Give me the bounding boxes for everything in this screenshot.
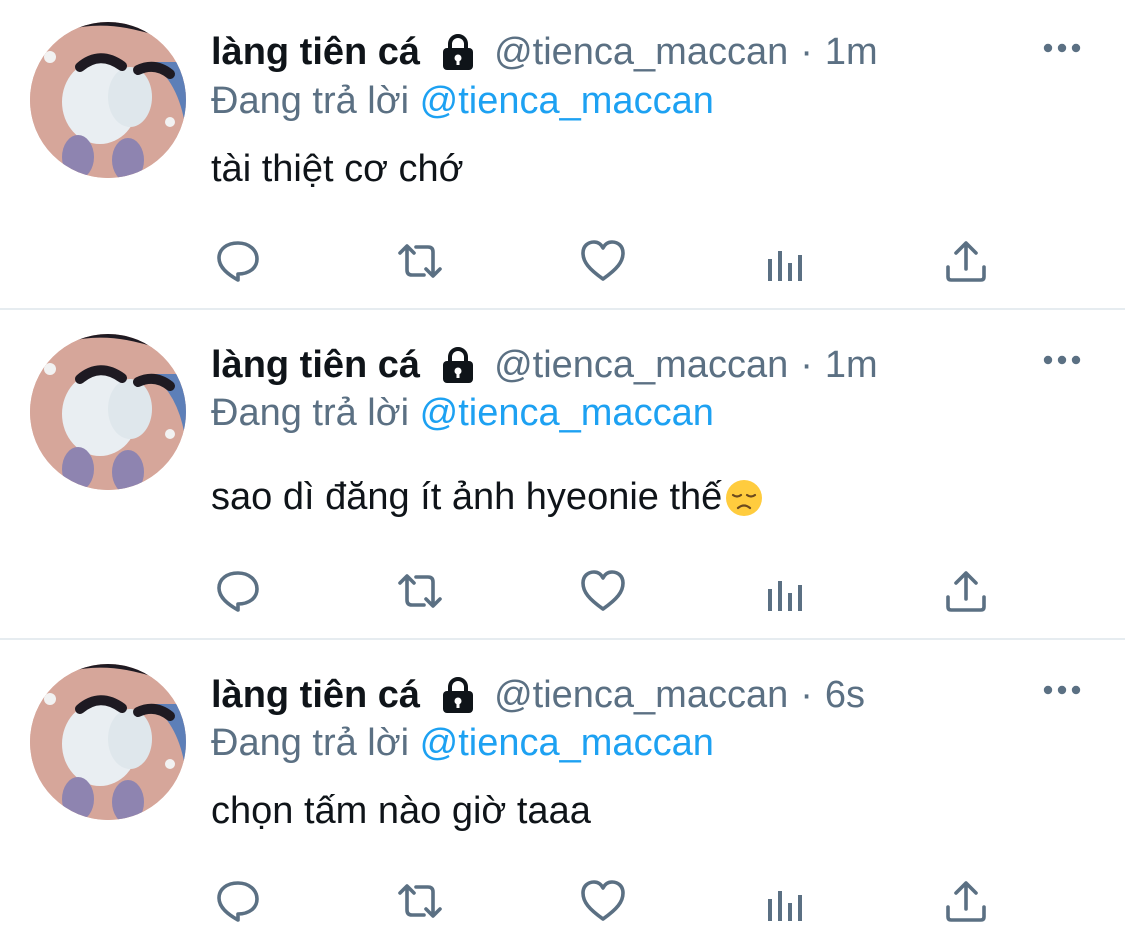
tweet-text: tài thiệt cơ chớ [211,148,464,191]
replying-to: Đang trả lời @tienca_maccan [211,80,714,123]
share-button[interactable] [941,236,991,286]
avatar-image [30,664,186,820]
like-button[interactable] [578,876,628,926]
timestamp[interactable]: 1m [825,344,878,387]
share-button[interactable] [941,876,991,926]
lock-icon [443,677,474,713]
tweet[interactable]: làng tiên cá @tienca_maccan · 1m Đang tr… [0,310,1125,638]
display-name[interactable]: làng tiên cá [211,31,420,74]
heart-icon [581,570,625,611]
analytics-button[interactable] [761,236,811,286]
share-icon [946,241,986,282]
share-button[interactable] [941,566,991,616]
timestamp[interactable]: 1m [825,31,878,74]
share-icon [946,881,986,922]
reply-prefix: Đang trả lời [211,392,410,434]
reply-bubble-icon [217,881,259,922]
separator-dot: · [800,673,813,716]
retweet-button[interactable] [395,566,445,616]
action-bar [0,566,1125,616]
reply-thread: làng tiên cá @tienca_maccan · 1m Đang tr… [0,0,1125,933]
reply-button[interactable] [213,566,263,616]
timestamp[interactable]: 6s [825,674,865,717]
reply-mention-link[interactable]: @tienca_maccan [420,722,714,764]
analytics-icon [768,891,802,921]
more-horizontal-icon[interactable] [1040,682,1084,698]
heart-icon [581,240,625,281]
avatar-image [30,334,186,490]
reply-mention-link[interactable]: @tienca_maccan [420,80,714,122]
more-horizontal-icon[interactable] [1040,352,1084,368]
tweet-header: làng tiên cá @tienca_maccan · 1m [211,27,878,77]
tweet-text: sao dì đăng ít ảnh hyeonie thế [211,476,764,519]
display-name[interactable]: làng tiên cá [211,674,420,717]
like-button[interactable] [578,566,628,616]
reply-prefix: Đang trả lời [211,722,410,764]
analytics-button[interactable] [761,566,811,616]
disappointed-face-icon [726,479,763,516]
analytics-button[interactable] [761,876,811,926]
handle[interactable]: @tienca_maccan [494,31,788,74]
separator-dot: · [800,343,813,386]
analytics-icon [768,581,802,611]
heart-icon [581,880,625,921]
reply-button[interactable] [213,236,263,286]
lock-icon [443,347,474,383]
tweet-text-content: chọn tấm nào giờ taaa [211,790,591,832]
retweet-icon [398,574,442,608]
tweet[interactable]: làng tiên cá @tienca_maccan · 1m Đang tr… [0,0,1125,308]
handle[interactable]: @tienca_maccan [494,344,788,387]
replying-to: Đang trả lời @tienca_maccan [211,392,714,435]
action-bar [0,236,1125,286]
retweet-icon [398,884,442,918]
avatar[interactable] [30,334,186,490]
tweet-header: làng tiên cá @tienca_maccan · 1m [211,340,878,390]
tweet-text-content: sao dì đăng ít ảnh hyeonie thế [211,476,723,518]
reply-button[interactable] [213,876,263,926]
avatar[interactable] [30,22,186,178]
like-button[interactable] [578,236,628,286]
tweet[interactable]: làng tiên cá @tienca_maccan · 6s Đang tr… [0,640,1125,933]
reply-prefix: Đang trả lời [211,80,410,122]
action-bar [0,876,1125,926]
tweet-header: làng tiên cá @tienca_maccan · 6s [211,670,865,720]
share-icon [946,571,986,612]
retweet-button[interactable] [395,236,445,286]
analytics-icon [768,251,802,281]
more-horizontal-icon[interactable] [1040,40,1084,56]
separator-dot: · [800,30,813,73]
retweet-button[interactable] [395,876,445,926]
avatar[interactable] [30,664,186,820]
tweet-text: chọn tấm nào giờ taaa [211,790,591,833]
handle[interactable]: @tienca_maccan [494,674,788,717]
replying-to: Đang trả lời @tienca_maccan [211,722,714,765]
reply-mention-link[interactable]: @tienca_maccan [420,392,714,434]
display-name[interactable]: làng tiên cá [211,344,420,387]
reply-bubble-icon [217,571,259,612]
lock-icon [443,34,474,70]
reply-bubble-icon [217,241,259,282]
avatar-image [30,22,186,178]
tweet-text-content: tài thiệt cơ chớ [211,148,464,190]
retweet-icon [398,244,442,278]
